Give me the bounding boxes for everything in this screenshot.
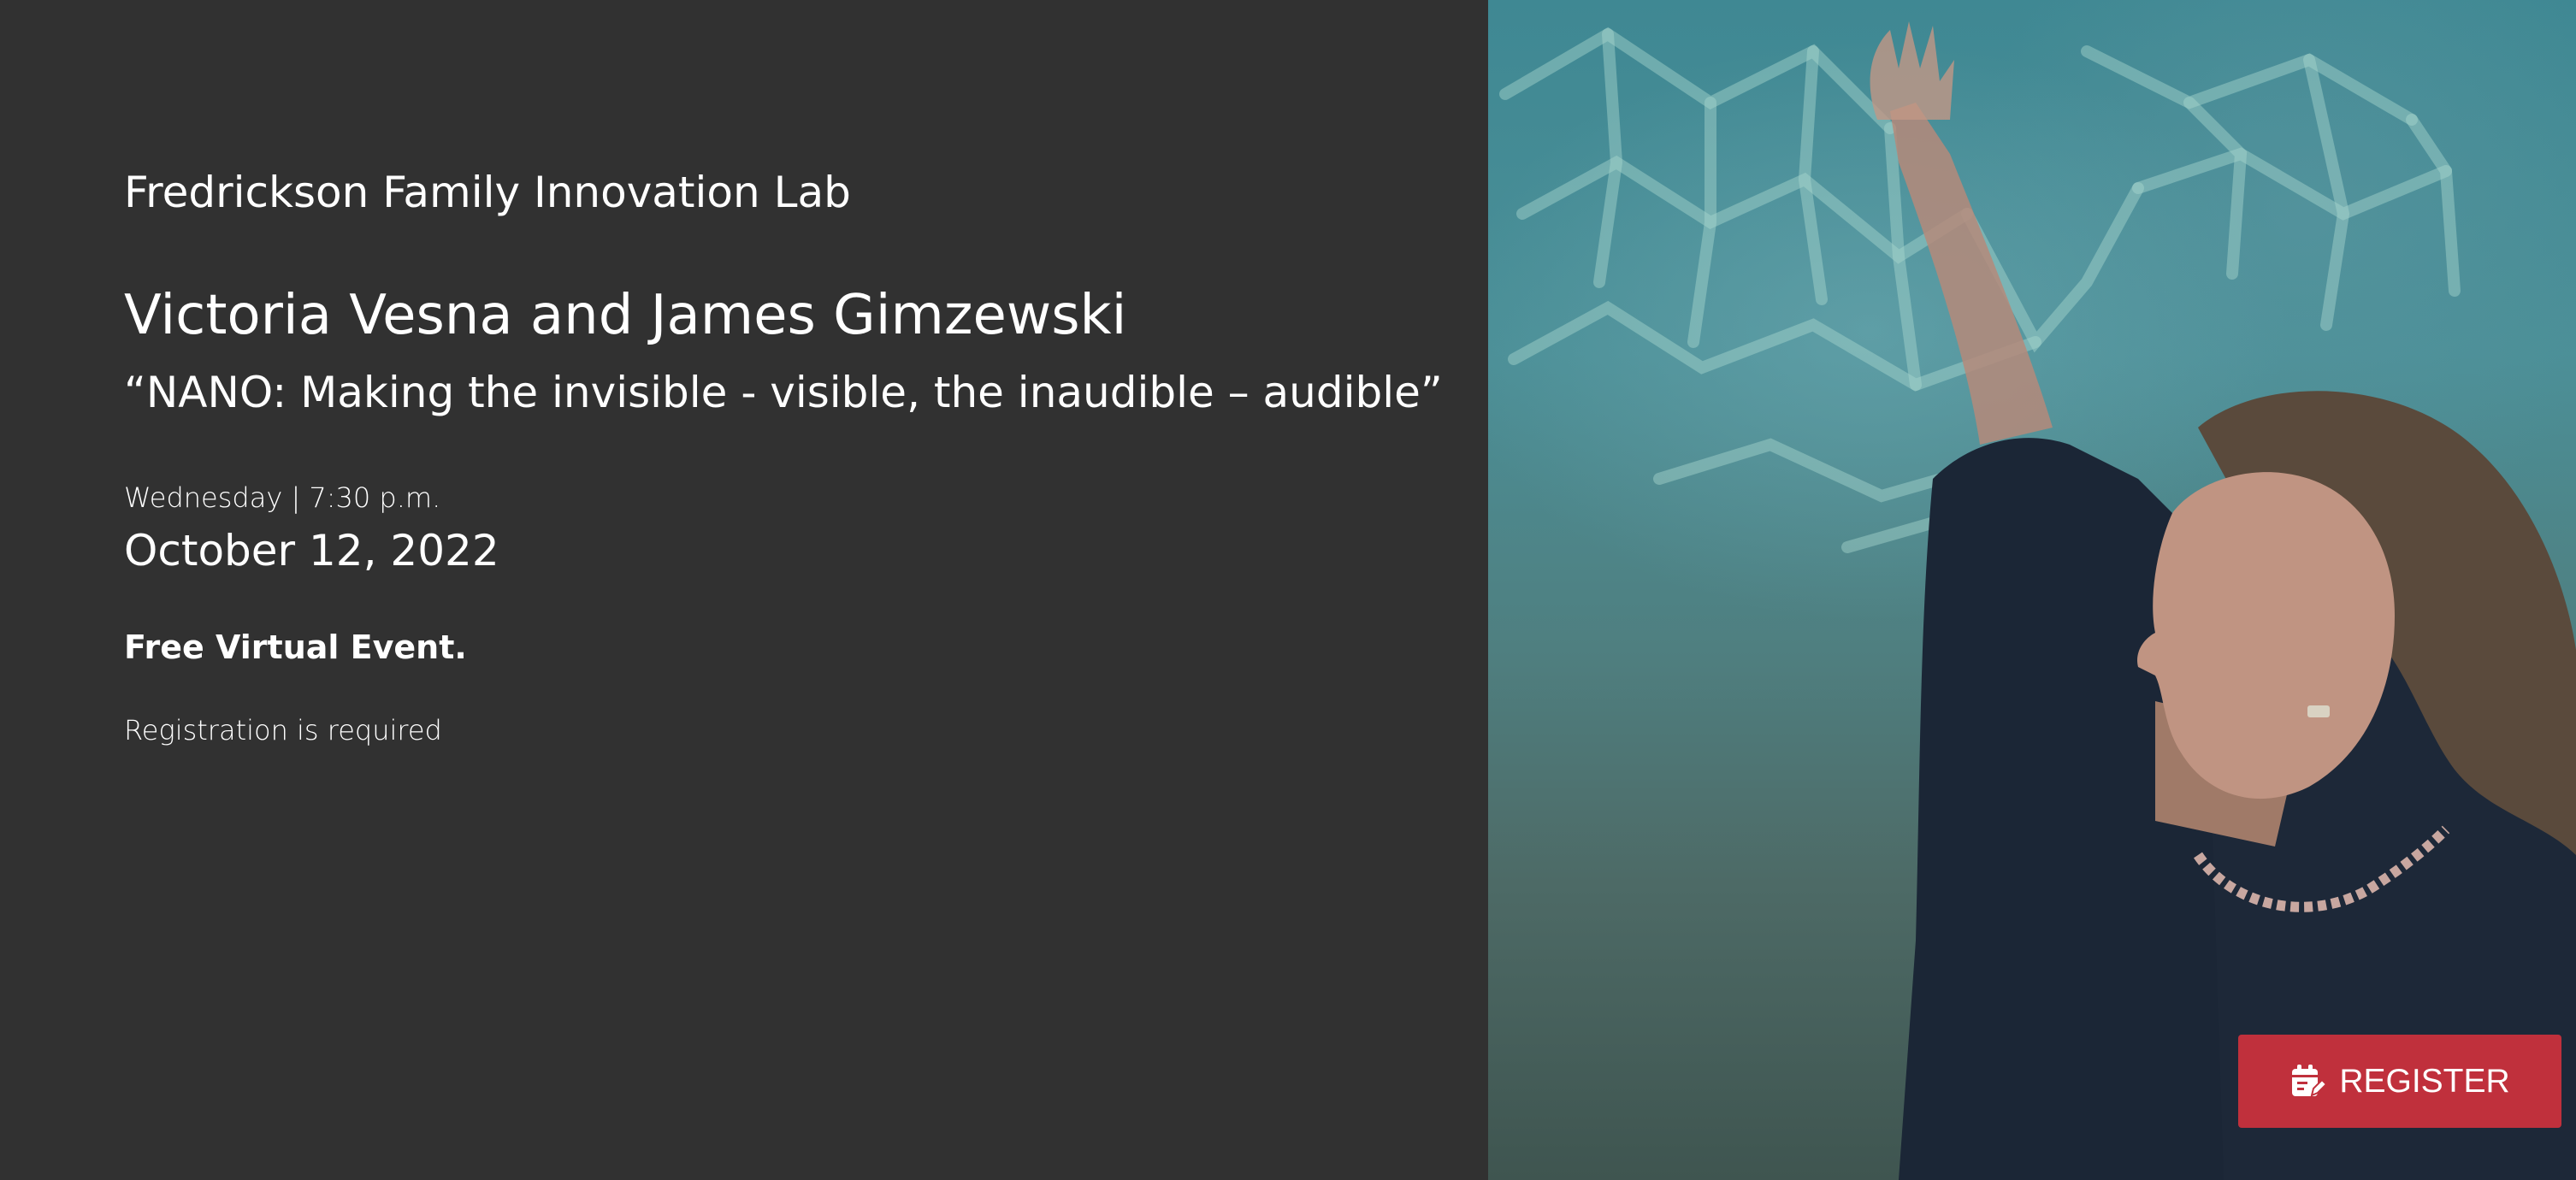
admission-label: Free Virtual Event. (124, 628, 467, 666)
event-photo (1488, 0, 2576, 1180)
event-weekday-time: Wednesday | 7:30 p.m. (124, 481, 441, 514)
event-date: October 12, 2022 (124, 526, 499, 575)
event-info-panel: Fredrickson Family Innovation Lab Victor… (0, 0, 1488, 1180)
event-page: Fredrickson Family Innovation Lab Victor… (0, 0, 2576, 1180)
register-button[interactable]: REGISTER (2238, 1035, 2561, 1128)
register-button-label: REGISTER (2339, 1062, 2510, 1100)
venue-name: Fredrickson Family Innovation Lab (124, 168, 851, 217)
talk-title: “NANO: Making the invisible - visible, t… (124, 368, 1443, 417)
photo-illustration (1499, 21, 2576, 1180)
registration-note: Registration is required (124, 714, 442, 746)
speakers-heading: Victoria Vesna and James Gimzewski (124, 284, 1127, 347)
calendar-edit-icon (2289, 1063, 2328, 1100)
